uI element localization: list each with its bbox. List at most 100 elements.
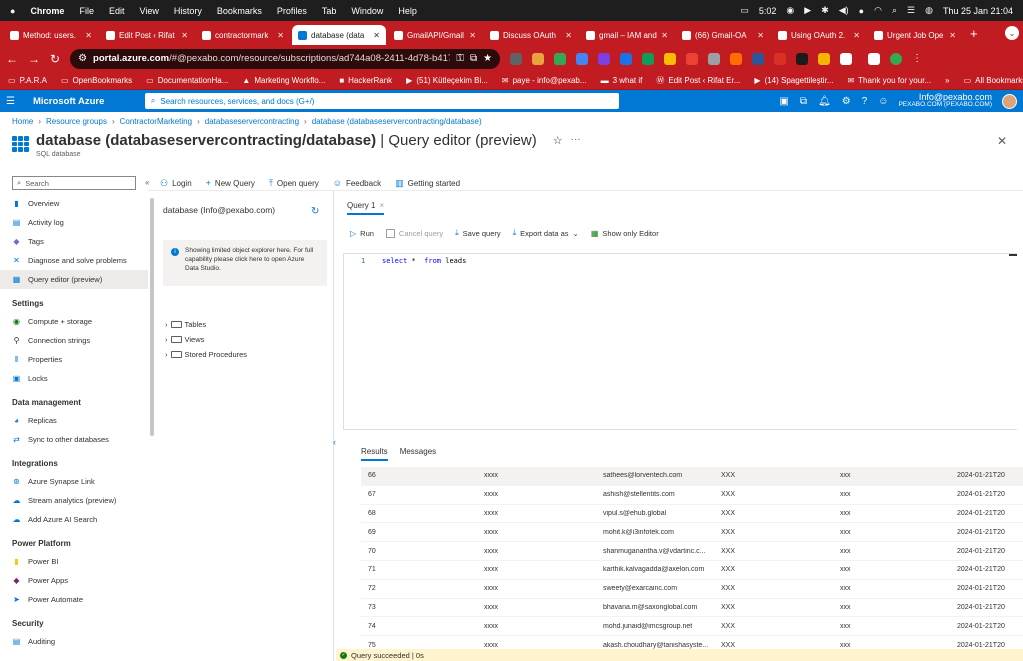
nav-compute-storage[interactable]: ◉ Compute + storage bbox=[0, 312, 148, 331]
nav-overview[interactable]: ▮ Overview bbox=[0, 194, 148, 213]
breadcrumb-database[interactable]: database (databaseservercontracting/data… bbox=[312, 117, 482, 126]
editor-minimap[interactable] bbox=[1009, 254, 1017, 256]
table-cell[interactable]: xxxx bbox=[484, 566, 603, 573]
menu-bookmarks[interactable]: Bookmarks bbox=[217, 6, 262, 16]
table-cell[interactable]: XXX bbox=[721, 604, 840, 611]
refresh-icon[interactable]: ↻ bbox=[311, 206, 319, 217]
login-button[interactable]: ⚇ Login bbox=[160, 178, 192, 189]
close-tab-icon[interactable]: ✕ bbox=[85, 31, 92, 40]
table-cell[interactable]: 74 bbox=[361, 623, 484, 630]
table-cell[interactable]: xxx bbox=[840, 566, 957, 573]
run-button[interactable]: ▷ Run bbox=[350, 229, 374, 238]
extension-icon[interactable] bbox=[686, 52, 699, 65]
nav-connection-strings[interactable]: ⚲ Connection strings bbox=[0, 331, 148, 350]
code-line[interactable]: select * from leads bbox=[382, 257, 466, 265]
table-cell[interactable]: XXX bbox=[721, 642, 840, 649]
close-tab-icon[interactable]: ✕ bbox=[277, 31, 284, 40]
cloud-shell-icon[interactable]: ▣ bbox=[779, 96, 788, 107]
bookmark-item[interactable]: ✉ paye - info@pexab... bbox=[502, 76, 587, 85]
back-icon[interactable]: ← bbox=[6, 52, 18, 66]
table-cell[interactable]: xxxx bbox=[484, 585, 603, 592]
tree-views[interactable]: › Views bbox=[165, 335, 204, 344]
tree-stored-procedures[interactable]: › Stored Procedures bbox=[165, 350, 247, 359]
close-tab-icon[interactable]: ✕ bbox=[565, 31, 572, 40]
cancel-query-button[interactable]: Cancel query bbox=[385, 228, 443, 238]
browser-tab[interactable]: GmailAPI/Gmail ✕ bbox=[388, 25, 482, 45]
table-cell[interactable]: 70 bbox=[361, 548, 484, 555]
menu-datetime[interactable]: Thu 25 Jan 21:04 bbox=[943, 6, 1013, 16]
table-cell[interactable]: 2024-01-21T20 bbox=[957, 604, 1007, 611]
close-tab-icon[interactable]: ✕ bbox=[661, 31, 668, 40]
url-text[interactable]: portal.azure.com/#@pexabo.com/resource/s… bbox=[93, 53, 450, 64]
bookmark-item[interactable]: ▬ 3 what if bbox=[601, 76, 643, 85]
save-query-button[interactable]: ⤓ Save query bbox=[455, 228, 501, 238]
bluetooth-icon[interactable]: ✱ bbox=[821, 5, 829, 16]
app-menu-chrome[interactable]: Chrome bbox=[30, 6, 64, 16]
chrome-menu-icon[interactable]: ⋮ bbox=[912, 53, 922, 64]
nav-synapse-link[interactable]: ⊛ Azure Synapse Link bbox=[0, 472, 148, 491]
volume-icon[interactable]: ◀) bbox=[839, 5, 849, 16]
collapse-menu-icon[interactable]: « bbox=[145, 178, 149, 187]
bookmarks-overflow-icon[interactable]: » bbox=[945, 76, 949, 85]
install-icon[interactable]: ⧉ bbox=[470, 53, 477, 64]
table-cell[interactable]: 2024-01-21T20 bbox=[957, 472, 1007, 479]
extension-icon[interactable] bbox=[510, 52, 523, 65]
table-cell[interactable]: xxx bbox=[840, 623, 957, 630]
menu-file[interactable]: File bbox=[79, 6, 94, 16]
azure-brand[interactable]: Microsoft Azure bbox=[33, 96, 104, 107]
table-cell[interactable]: xxxx bbox=[484, 548, 603, 555]
side-panel-icon[interactable] bbox=[868, 52, 881, 65]
bookmark-item[interactable]: ▭ DocumentationHa... bbox=[146, 76, 228, 85]
menu-tab[interactable]: Tab bbox=[322, 6, 337, 16]
menu-view[interactable]: View bbox=[139, 6, 158, 16]
browser-tab-active[interactable]: database (data ✕ bbox=[292, 25, 386, 45]
bookmark-item[interactable]: ▶ (14) Spagettileştir... bbox=[754, 76, 833, 85]
table-cell[interactable]: 69 bbox=[361, 529, 484, 536]
table-cell[interactable]: 2024-01-21T20 bbox=[957, 548, 1007, 555]
more-options-icon[interactable]: ··· bbox=[571, 134, 581, 145]
site-info-icon[interactable]: ⚙ bbox=[78, 53, 87, 64]
play-icon[interactable]: ▶ bbox=[804, 5, 811, 16]
nav-query-editor[interactable]: ▦ Query editor (preview) bbox=[0, 270, 148, 289]
menu-search-input[interactable]: ⌕ Search bbox=[12, 176, 136, 190]
profile-avatar-icon[interactable] bbox=[890, 52, 903, 65]
new-query-button[interactable]: + New Query bbox=[206, 178, 255, 188]
export-data-button[interactable]: ⤓ Export data as ⌄ bbox=[513, 228, 579, 238]
table-cell[interactable]: xxx bbox=[840, 548, 957, 555]
browser-tab[interactable]: Method: users. ✕ bbox=[4, 25, 98, 45]
table-cell[interactable]: xxxx bbox=[484, 604, 603, 611]
table-cell[interactable]: 66 bbox=[361, 472, 484, 479]
table-cell[interactable]: 2024-01-21T20 bbox=[957, 623, 1007, 630]
table-cell[interactable]: 71 bbox=[361, 566, 484, 573]
extension-icon[interactable] bbox=[818, 52, 831, 65]
bookmark-item[interactable]: ■ HackerRank bbox=[339, 76, 392, 85]
avatar[interactable] bbox=[1002, 93, 1017, 109]
browser-tab[interactable]: gmail – IAM and ✕ bbox=[580, 25, 674, 45]
siri-icon[interactable]: ◍ bbox=[925, 5, 933, 16]
notifications-icon[interactable]: 🔔︎ bbox=[818, 96, 831, 107]
close-tab-icon[interactable]: ✕ bbox=[853, 31, 860, 40]
browser-tab[interactable]: contractormark ✕ bbox=[196, 25, 290, 45]
table-cell[interactable]: 2024-01-21T20 bbox=[957, 529, 1007, 536]
search-icon[interactable]: ⌕ bbox=[892, 5, 897, 16]
user-icon[interactable]: ● bbox=[859, 6, 864, 16]
breadcrumb-home[interactable]: Home bbox=[12, 117, 33, 126]
wifi-icon[interactable]: ◠ bbox=[874, 5, 882, 16]
extension-icon[interactable] bbox=[752, 52, 765, 65]
table-cell[interactable]: shanmuganantha.v@vdartinc.c... bbox=[603, 548, 721, 555]
tab-search-chevron-icon[interactable]: ⌄ bbox=[1005, 26, 1019, 40]
table-cell[interactable]: xxx bbox=[840, 529, 957, 536]
feedback-button[interactable]: ☺ Feedback bbox=[333, 178, 381, 188]
breadcrumb-server[interactable]: databaseservercontracting bbox=[205, 117, 299, 126]
table-cell[interactable]: XXX bbox=[721, 529, 840, 536]
close-tab-icon[interactable]: ✕ bbox=[373, 31, 380, 40]
nav-stream-analytics[interactable]: ☁ Stream analytics (preview) bbox=[0, 491, 148, 510]
extension-icon[interactable] bbox=[598, 52, 611, 65]
open-query-button[interactable]: ⤒ Open query bbox=[269, 178, 319, 189]
table-row[interactable]: 67 xxxx ashish@stellentits.com XXX xxx 2024-0… bbox=[361, 486, 1023, 505]
extension-icon[interactable] bbox=[532, 52, 545, 65]
table-cell[interactable]: 67 bbox=[361, 491, 484, 498]
extension-icon[interactable] bbox=[576, 52, 589, 65]
browser-tab[interactable]: (66) Gmail-OA ✕ bbox=[676, 25, 770, 45]
extension-icon[interactable] bbox=[642, 52, 655, 65]
